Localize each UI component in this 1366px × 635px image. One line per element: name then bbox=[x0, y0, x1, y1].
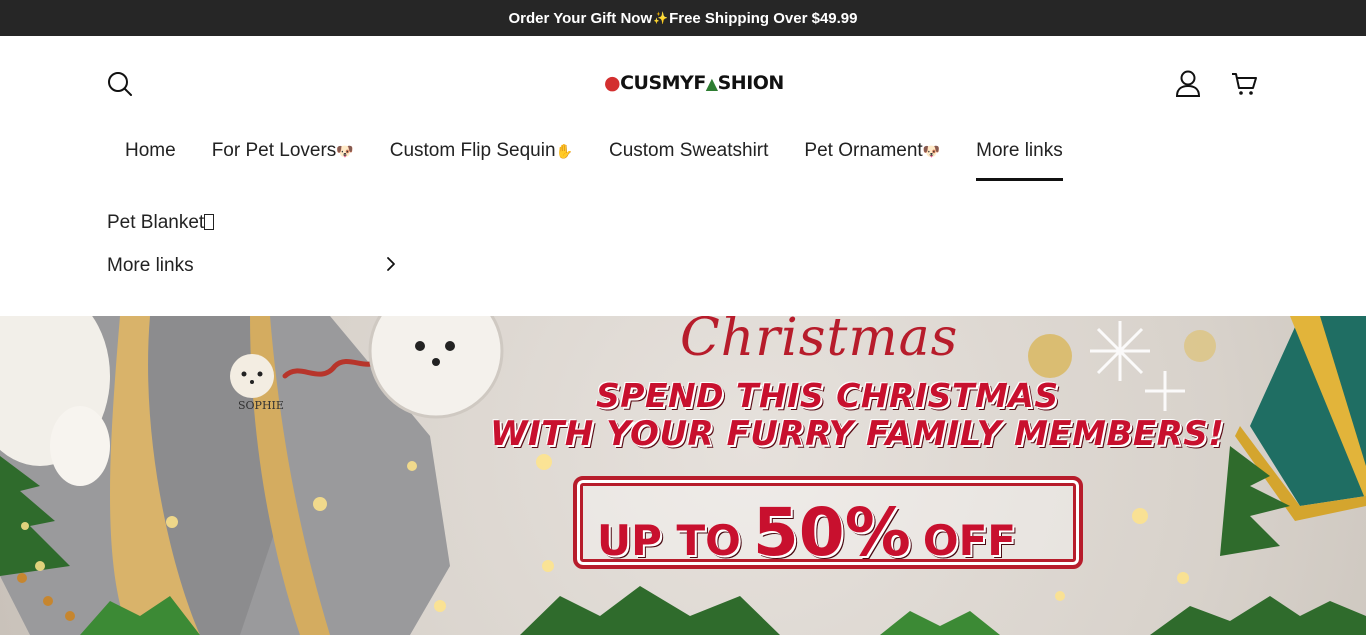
nav-item-label: Custom Sweatshirt bbox=[608, 140, 769, 161]
nav-item-label: More links bbox=[976, 140, 1063, 161]
site-logo[interactable]: ● CUSMYF ▲ SHION bbox=[604, 68, 784, 98]
dropdown-item-pet-blanket[interactable]: Pet Blanket bbox=[107, 212, 215, 234]
free-shipping-text: Free Shipping Over $49.99 bbox=[669, 9, 858, 27]
chevron-right-icon bbox=[387, 257, 395, 271]
hero-banner[interactable]: Christmas SPEND THIS CHRISTMAS WITH YOUR… bbox=[0, 316, 1366, 635]
nav-item-label: For Pet Lovers bbox=[211, 140, 337, 161]
cart-icon bbox=[1232, 73, 1257, 95]
dropdown-item-label: Pet Blanket bbox=[107, 212, 205, 233]
logo-text-right: SHION bbox=[717, 72, 785, 94]
missing-glyph-icon bbox=[204, 214, 215, 230]
search-icon bbox=[108, 72, 132, 96]
discount-badge: UP TO 50% OFF bbox=[573, 476, 1083, 571]
nav-item-label: Pet Ornament bbox=[804, 140, 923, 161]
dog-face-icon: 🐶 bbox=[336, 143, 354, 159]
nav-item-more-links[interactable]: More links bbox=[976, 136, 1063, 182]
tree-icon: ▲ bbox=[705, 73, 718, 93]
nav-item-custom-sweatshirt[interactable]: Custom Sweatshirt bbox=[609, 136, 768, 182]
user-icon bbox=[1175, 70, 1201, 97]
dropdown-item-more-links[interactable]: More links bbox=[107, 255, 397, 277]
main-nav: Home For Pet Lovers🐶 Custom Flip Sequin✋… bbox=[125, 136, 1099, 182]
offer-value: 50% bbox=[752, 494, 911, 571]
announcement-text: Order Your Gift Now bbox=[508, 9, 653, 27]
cart-button[interactable] bbox=[1229, 69, 1259, 99]
banner-headline-1: SPEND THIS CHRISTMAS bbox=[596, 376, 1059, 415]
nav-item-for-pet-lovers[interactable]: For Pet Lovers🐶 bbox=[212, 136, 354, 182]
dog-face-icon: 🐶 bbox=[922, 143, 941, 159]
offer-suffix: OFF bbox=[922, 516, 1016, 565]
nav-item-label: Home bbox=[125, 140, 176, 161]
site-header: ● CUSMYF ▲ SHION Home For Pet Lovers🐶 Cu… bbox=[0, 36, 1366, 316]
hand-icon: ✋ bbox=[555, 143, 573, 159]
nav-item-home[interactable]: Home bbox=[125, 136, 176, 182]
announcement-bar: Order Your Gift Now ✨ Free Shipping Over… bbox=[0, 0, 1366, 36]
pet-name-label: SOPHIE bbox=[238, 399, 284, 412]
banner-headline-2: WITH YOUR FURRY FAMILY MEMBERS! bbox=[490, 414, 1225, 454]
nav-item-pet-ornament[interactable]: Pet Ornament🐶 bbox=[804, 136, 940, 182]
santa-hat-icon: ● bbox=[604, 72, 621, 94]
search-button[interactable] bbox=[105, 69, 135, 99]
dropdown-item-label: More links bbox=[107, 255, 194, 276]
logo-text-left: CUSMYF bbox=[620, 72, 706, 94]
account-button[interactable] bbox=[1173, 69, 1203, 99]
nav-item-custom-flip-sequin[interactable]: Custom Flip Sequin✋ bbox=[390, 136, 573, 182]
banner-script-title: Christmas bbox=[680, 316, 959, 368]
nav-item-label: Custom Flip Sequin bbox=[389, 140, 556, 161]
offer-prefix: UP TO bbox=[597, 516, 741, 565]
sparkle-icon: ✨ bbox=[653, 11, 669, 25]
offer-text: UP TO 50% OFF bbox=[597, 494, 1016, 571]
